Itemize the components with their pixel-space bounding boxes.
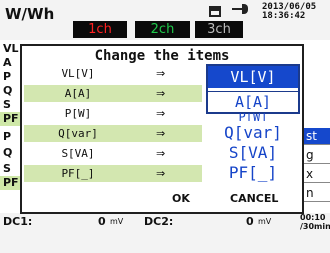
item-row-q[interactable]: Q[var] ⇒ bbox=[24, 125, 202, 142]
side-label-pf-2: PF bbox=[0, 176, 22, 190]
arrow-right-icon: ⇒ bbox=[156, 67, 166, 80]
tab-channel-3[interactable]: 3ch bbox=[195, 21, 243, 38]
right-cell-1: st bbox=[304, 128, 330, 145]
side-label-p: P bbox=[3, 70, 12, 83]
dc2-value: 0 bbox=[246, 215, 254, 228]
arrow-right-icon: ⇒ bbox=[156, 107, 166, 120]
change-items-dialog: Change the items VL[V] ⇒ A[A] ⇒ P[W] ⇒ Q… bbox=[20, 44, 304, 214]
item-row-label: P[W] bbox=[64, 107, 92, 120]
option-s[interactable]: S[VA] bbox=[206, 143, 300, 162]
dc-status-bar: DC1: 0 mV DC2: 0 mV 00:10 /30min bbox=[0, 213, 330, 253]
option-vl-selected[interactable]: VL[V] bbox=[208, 66, 298, 88]
tab-channel-3-label: 3ch bbox=[207, 22, 231, 37]
item-row-label: PF[_] bbox=[61, 167, 95, 180]
item-row-label: Q[var] bbox=[58, 127, 98, 140]
dc1-unit: mV bbox=[110, 217, 124, 226]
tab-channel-1[interactable]: 1ch bbox=[73, 21, 127, 38]
dc1-label: DC1: bbox=[3, 215, 33, 228]
item-row-label: VL[V] bbox=[61, 67, 95, 80]
option-p-partial[interactable]: P[W] bbox=[206, 113, 300, 121]
arrow-right-icon: ⇒ bbox=[156, 147, 166, 160]
right-cell-4: n bbox=[304, 185, 330, 202]
right-cell-3: x bbox=[304, 166, 330, 183]
interval-period: /30min bbox=[300, 222, 330, 231]
side-label-a: A bbox=[3, 56, 12, 69]
side-label-q-2: Q bbox=[3, 146, 13, 159]
item-row-a[interactable]: A[A] ⇒ bbox=[24, 85, 202, 102]
option-a[interactable]: A[A] bbox=[208, 91, 298, 112]
dc1-value: 0 bbox=[98, 215, 106, 228]
interval-display: 00:10 /30min bbox=[300, 213, 330, 231]
tab-channel-1-label: 1ch bbox=[88, 22, 112, 37]
tab-channel-2-label: 2ch bbox=[150, 22, 175, 37]
screen-title: W/Wh bbox=[5, 5, 55, 23]
item-row-vl[interactable]: VL[V] ⇒ bbox=[24, 65, 202, 82]
document-icon bbox=[209, 6, 221, 17]
side-label-s: S bbox=[3, 98, 11, 111]
cancel-button[interactable]: CANCEL bbox=[230, 192, 278, 205]
option-q[interactable]: Q[var] bbox=[206, 123, 300, 142]
side-label-p-2: P bbox=[3, 130, 12, 143]
time-display: 18:36:42 bbox=[262, 11, 306, 21]
dc2-unit: mV bbox=[258, 217, 272, 226]
item-row-pf[interactable]: PF[_] ⇒ bbox=[24, 165, 202, 182]
option-pf[interactable]: PF[_] bbox=[206, 163, 300, 182]
item-select-list[interactable]: VL[V] A[A] bbox=[206, 64, 300, 114]
right-cell-2: g bbox=[304, 147, 330, 164]
interval-elapsed: 00:10 bbox=[300, 213, 326, 222]
item-row-label: S[VA] bbox=[61, 147, 95, 160]
item-row-label: A[A] bbox=[64, 87, 92, 100]
arrow-right-icon: ⇒ bbox=[156, 87, 166, 100]
dialog-title: Change the items bbox=[94, 48, 230, 64]
arrow-right-icon: ⇒ bbox=[156, 127, 166, 140]
side-label-q: Q bbox=[3, 84, 13, 97]
header-bar: W/Wh 2013/06/05 18:36:42 1ch 2ch 3ch bbox=[0, 0, 330, 40]
tab-channel-2[interactable]: 2ch bbox=[135, 21, 190, 38]
ok-button[interactable]: OK bbox=[172, 192, 190, 205]
side-label-pf: PF bbox=[0, 112, 22, 126]
side-label-s-2: S bbox=[3, 162, 11, 175]
arrow-right-icon: ⇒ bbox=[156, 167, 166, 180]
power-plug-icon bbox=[232, 4, 248, 14]
item-row-p[interactable]: P[W] ⇒ bbox=[24, 105, 202, 122]
side-label-vl: VL bbox=[3, 42, 19, 55]
item-row-s[interactable]: S[VA] ⇒ bbox=[24, 145, 202, 162]
dc2-label: DC2: bbox=[144, 215, 174, 228]
